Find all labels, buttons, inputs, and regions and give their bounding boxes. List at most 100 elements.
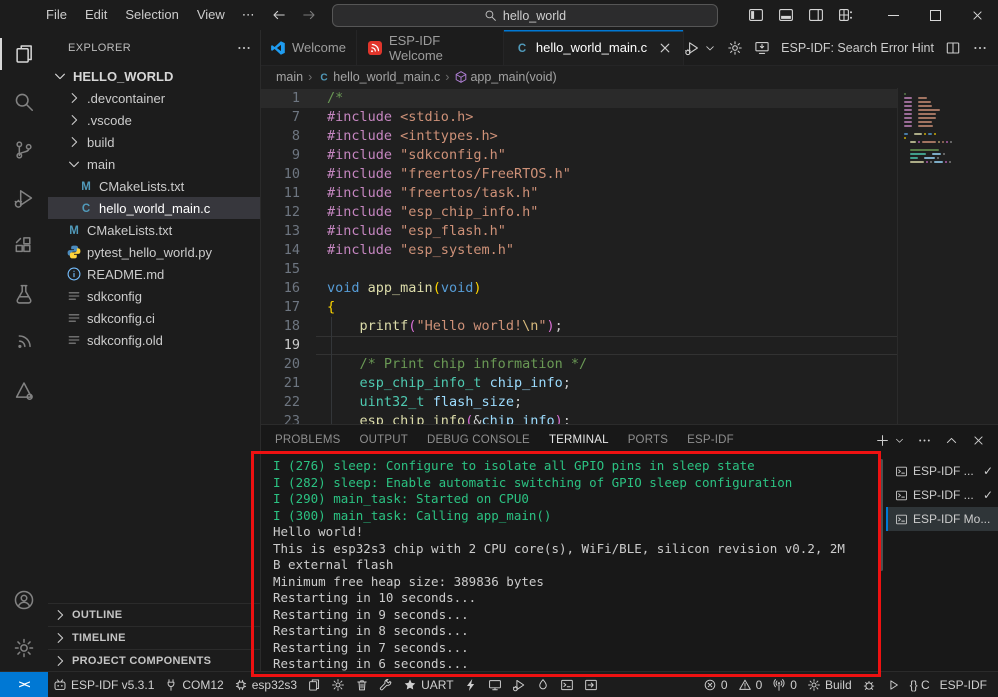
status-esp-idf-extension[interactable]: ESP-IDF <box>935 672 992 697</box>
section-project-components[interactable]: PROJECT COMPONENTS <box>48 649 260 672</box>
terminal-list-item-1[interactable]: ESP-IDF ...✓ <box>886 459 998 483</box>
bolt-icon <box>464 678 478 692</box>
menu-selection[interactable]: Selection <box>116 4 187 26</box>
status-flash-method[interactable]: UART <box>398 672 458 697</box>
tree-item-sdkconfig[interactable]: sdkconfig <box>48 285 260 307</box>
status-remote-indicator[interactable]: >< <box>0 672 48 697</box>
status-warnings[interactable]: 0 <box>733 672 768 697</box>
customize-layout-icon[interactable] <box>838 7 854 23</box>
status-language-mode[interactable]: {} C <box>905 672 935 697</box>
status-launch[interactable] <box>881 672 905 697</box>
activity-esp-idf-explorer[interactable] <box>0 366 48 414</box>
menu-edit[interactable]: Edit <box>76 4 116 26</box>
tree-item-cmakelists-txt[interactable]: MCMakeLists.txt <box>48 175 260 197</box>
tree-item-readme-md[interactable]: README.md <box>48 263 260 285</box>
debug-run-dropdown-icon[interactable] <box>684 40 700 56</box>
menu-view[interactable]: View <box>188 4 234 26</box>
terminal-scrollbar[interactable] <box>876 455 886 672</box>
minimap[interactable] <box>897 88 998 424</box>
tree-root-folder[interactable]: HELLO_WORLD <box>48 65 260 87</box>
tree-item-cmakelists-txt[interactable]: MCMakeLists.txt <box>48 219 260 241</box>
tree-item--devcontainer[interactable]: .devcontainer <box>48 87 260 109</box>
status-flash-device[interactable] <box>459 672 483 697</box>
command-center-search[interactable]: hello_world <box>332 4 718 27</box>
status-idf-tools[interactable] <box>374 672 398 697</box>
more-actions-icon[interactable] <box>972 40 988 56</box>
status-full-clean[interactable] <box>350 672 374 697</box>
status-select-project-folder[interactable] <box>302 672 326 697</box>
status-errors[interactable]: 0 <box>698 672 733 697</box>
breadcrumb-main[interactable]: main <box>276 70 303 84</box>
tree-item-main[interactable]: main <box>48 153 260 175</box>
section-outline[interactable]: OUTLINE <box>48 603 260 626</box>
terminal-list-item-3[interactable]: ESP-IDF Mo... <box>886 507 998 531</box>
code-line-12: #include "esp_chip_info.h" <box>316 203 897 222</box>
panel-tab-terminal[interactable]: TERMINAL <box>549 434 609 446</box>
maximize-panel-icon[interactable] <box>944 433 959 448</box>
status-open-terminal[interactable] <box>555 672 579 697</box>
activity-extensions[interactable] <box>0 222 48 270</box>
panel-tab-output[interactable]: OUTPUT <box>360 434 408 446</box>
toggle-secondary-sidebar-icon[interactable] <box>808 7 824 23</box>
close-panel-icon[interactable] <box>971 433 986 448</box>
tree-item--vscode[interactable]: .vscode <box>48 109 260 131</box>
minimize-button[interactable] <box>872 0 914 30</box>
split-editor-icon[interactable] <box>945 40 961 56</box>
close-tab-icon[interactable] <box>657 40 673 56</box>
settings-gear-icon[interactable] <box>727 40 743 56</box>
status-ports-forwarded[interactable]: 0 <box>767 672 802 697</box>
menu-more-button[interactable]: ⋯ <box>234 4 264 26</box>
status-serial-port[interactable]: COM12 <box>159 672 228 697</box>
chevron-down-icon[interactable] <box>704 42 716 54</box>
status-build-flash-monitor[interactable] <box>531 672 555 697</box>
panel-tab-problems[interactable]: PROBLEMS <box>275 434 341 446</box>
section-timeline[interactable]: TIMELINE <box>48 626 260 649</box>
search-error-hint-button[interactable]: ESP-IDF: Search Error Hint <box>781 41 934 55</box>
status-device-target[interactable]: esp32s3 <box>229 672 302 697</box>
status-esp-idf-version[interactable]: ESP-IDF v5.3.1 <box>48 672 159 697</box>
status-debug-status[interactable] <box>857 672 881 697</box>
status-execute-task[interactable] <box>579 672 603 697</box>
nav-forward-icon[interactable] <box>301 7 317 23</box>
close-button[interactable] <box>956 0 998 30</box>
activity-esp-idf-welcome[interactable] <box>0 318 48 366</box>
panel-tab-debug-console[interactable]: DEBUG CONSOLE <box>427 434 530 446</box>
breadcrumb-app-main-void-[interactable]: app_main(void) <box>454 70 556 84</box>
activity-testing[interactable] <box>0 270 48 318</box>
new-terminal-icon[interactable] <box>875 433 890 448</box>
arrow-box-icon <box>584 678 598 692</box>
tree-item-build[interactable]: build <box>48 131 260 153</box>
tab-esp-idf-welcome[interactable]: ESP-IDF Welcome <box>357 30 504 65</box>
tree-item-sdkconfig-old[interactable]: sdkconfig.old <box>48 329 260 351</box>
nav-back-icon[interactable] <box>271 7 287 23</box>
activity-accounts[interactable] <box>0 576 48 624</box>
install-on-device-icon[interactable] <box>754 40 770 56</box>
activity-explorer[interactable] <box>0 30 48 78</box>
tab-hello-world-main-c[interactable]: Chello_world_main.c <box>504 30 684 65</box>
status-sdk-configuration[interactable] <box>326 672 350 697</box>
status-monitor-device[interactable] <box>483 672 507 697</box>
explorer-more-icon[interactable] <box>236 40 252 56</box>
breadcrumb-hello-world-main-c[interactable]: Chello_world_main.c <box>317 70 440 84</box>
terminal-list-item-2[interactable]: ESP-IDF ...✓ <box>886 483 998 507</box>
chevron-down-icon[interactable] <box>894 435 905 446</box>
toggle-sidebar-icon[interactable] <box>748 7 764 23</box>
activity-source-control[interactable] <box>0 126 48 174</box>
code-editor[interactable]: 17891011121314151617181920212223 /*#incl… <box>260 88 998 424</box>
menu-file[interactable]: File <box>37 4 76 26</box>
status-cmake-build[interactable]: Build <box>802 672 857 697</box>
panel-tab-esp-idf[interactable]: ESP-IDF <box>687 434 734 446</box>
toggle-panel-icon[interactable] <box>778 7 794 23</box>
activity-run-and-debug[interactable] <box>0 174 48 222</box>
panel-tab-ports[interactable]: PORTS <box>628 434 668 446</box>
status-debug[interactable] <box>507 672 531 697</box>
maximize-button[interactable] <box>914 0 956 30</box>
tree-item-pytest-hello-world-py[interactable]: pytest_hello_world.py <box>48 241 260 263</box>
tree-item-hello-world-main-c[interactable]: Chello_world_main.c <box>48 197 260 219</box>
tab-welcome[interactable]: Welcome <box>260 30 357 65</box>
activity-manage[interactable] <box>0 624 48 672</box>
terminal-output[interactable]: I (276) sleep: Configure to isolate all … <box>260 455 876 672</box>
tree-item-sdkconfig-ci[interactable]: sdkconfig.ci <box>48 307 260 329</box>
more-actions-icon[interactable] <box>917 433 932 448</box>
activity-search[interactable] <box>0 78 48 126</box>
